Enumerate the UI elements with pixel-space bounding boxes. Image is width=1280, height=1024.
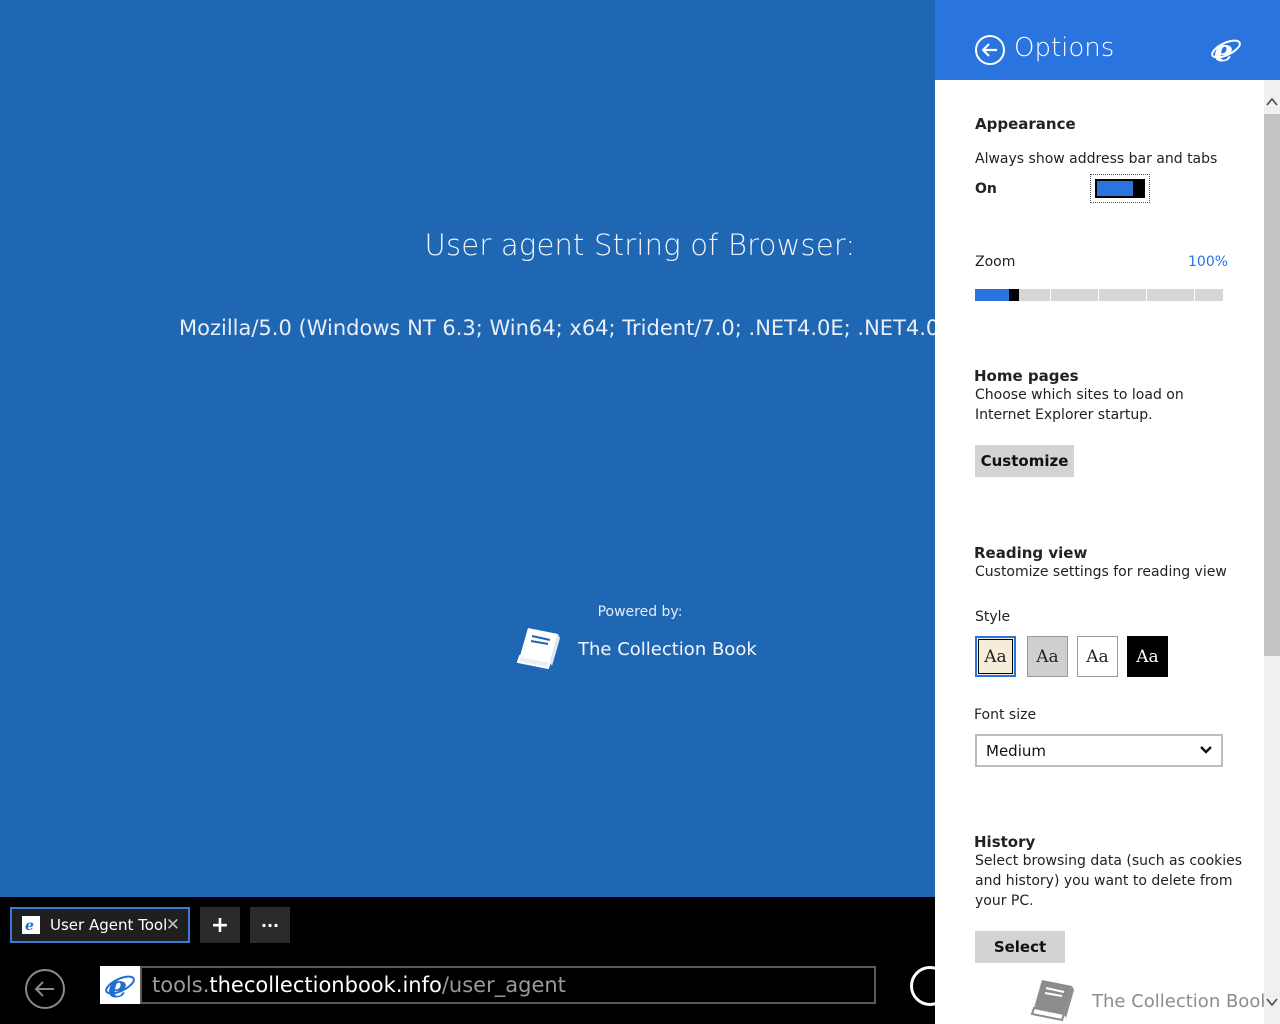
zoom-value: 100% bbox=[1188, 254, 1229, 270]
svg-text:e: e bbox=[1214, 34, 1233, 65]
reading-view-desc: Customize settings for reading view bbox=[975, 564, 1227, 580]
brand-link[interactable]: The Collection Book bbox=[514, 624, 757, 674]
options-header: Options e bbox=[935, 0, 1280, 80]
history-desc-3: your PC. bbox=[975, 893, 1034, 909]
home-pages-heading: Home pages bbox=[974, 367, 1079, 385]
scroll-up-icon[interactable] bbox=[1264, 94, 1280, 110]
scroll-down-icon[interactable] bbox=[1264, 994, 1280, 1010]
book-icon bbox=[1028, 976, 1080, 1024]
toggle-state-label: On bbox=[975, 181, 997, 197]
web-page: User agent String of Browser: Mozilla/5.… bbox=[0, 0, 935, 897]
font-size-value: Medium bbox=[986, 741, 1046, 760]
url-domain: thecollectionbook.info bbox=[209, 973, 442, 997]
page-heading: User agent String of Browser: bbox=[424, 228, 856, 262]
chevron-down-icon bbox=[1199, 741, 1213, 763]
style-option-grey[interactable]: Aa bbox=[1027, 636, 1068, 677]
new-tab-button[interactable]: + bbox=[200, 907, 240, 943]
svg-text:e: e bbox=[108, 970, 127, 1001]
font-size-label: Font size bbox=[974, 707, 1037, 723]
book-icon bbox=[514, 624, 566, 674]
address-bar-toggle[interactable] bbox=[1090, 174, 1150, 203]
customize-button[interactable]: Customize bbox=[975, 445, 1074, 477]
ie-favicon-icon: e bbox=[22, 916, 40, 934]
powered-by-label: Powered by: bbox=[597, 604, 683, 620]
options-back-button[interactable] bbox=[975, 35, 1005, 65]
close-tab-icon[interactable]: ✕ bbox=[166, 915, 180, 935]
brand-name: The Collection Book bbox=[578, 638, 757, 660]
footer-brand: The Collection Book bbox=[1028, 976, 1271, 1024]
arrow-left-icon bbox=[34, 981, 54, 997]
home-pages-desc-2: Internet Explorer startup. bbox=[975, 407, 1153, 423]
appearance-heading: Appearance bbox=[975, 115, 1076, 133]
ie-logo-icon: e bbox=[100, 966, 140, 1004]
options-pane: Options e Appearance Always show address… bbox=[935, 0, 1280, 1024]
browser-app-bar: e User Agent Tool ✕ + ··· bbox=[0, 897, 935, 1024]
url-prefix: tools. bbox=[152, 973, 210, 997]
style-option-white[interactable]: Aa bbox=[1077, 636, 1118, 677]
zoom-slider[interactable] bbox=[975, 289, 1223, 301]
font-size-select[interactable]: Medium bbox=[975, 734, 1223, 767]
address-bar-setting-label: Always show address bar and tabs bbox=[975, 151, 1218, 167]
select-history-button[interactable]: Select bbox=[975, 931, 1065, 963]
zoom-label: Zoom bbox=[975, 254, 1016, 270]
options-title: Options bbox=[1014, 33, 1115, 63]
url-path: /user_agent bbox=[441, 973, 566, 997]
ie-logo-icon: e bbox=[1209, 33, 1243, 69]
home-pages-desc-1: Choose which sites to load on bbox=[975, 387, 1184, 403]
footer-brand-name: The Collection Book bbox=[1092, 990, 1271, 1012]
style-option-sepia[interactable]: Aa bbox=[975, 636, 1016, 677]
tab-title: User Agent Tool bbox=[50, 916, 168, 934]
reading-view-heading: Reading view bbox=[974, 544, 1088, 562]
address-bar-input[interactable]: tools. thecollectionbook.info/user_agent bbox=[140, 966, 876, 1004]
user-agent-string: Mozilla/5.0 (Windows NT 6.3; Win64; x64;… bbox=[179, 316, 935, 340]
scrollbar-thumb[interactable] bbox=[1264, 114, 1280, 656]
back-button[interactable] bbox=[25, 969, 65, 1009]
style-label: Style bbox=[975, 609, 1011, 625]
history-desc-2: and history) you want to delete from bbox=[975, 873, 1233, 889]
tab-user-agent-tool[interactable]: e User Agent Tool ✕ bbox=[10, 907, 190, 943]
style-option-black[interactable]: Aa bbox=[1127, 636, 1168, 677]
tab-tools-button[interactable]: ··· bbox=[250, 907, 290, 943]
arrow-left-icon bbox=[982, 43, 997, 57]
history-desc-1: Select browsing data (such as cookies bbox=[975, 853, 1243, 869]
svg-text:e: e bbox=[25, 918, 34, 932]
history-heading: History bbox=[974, 833, 1036, 851]
